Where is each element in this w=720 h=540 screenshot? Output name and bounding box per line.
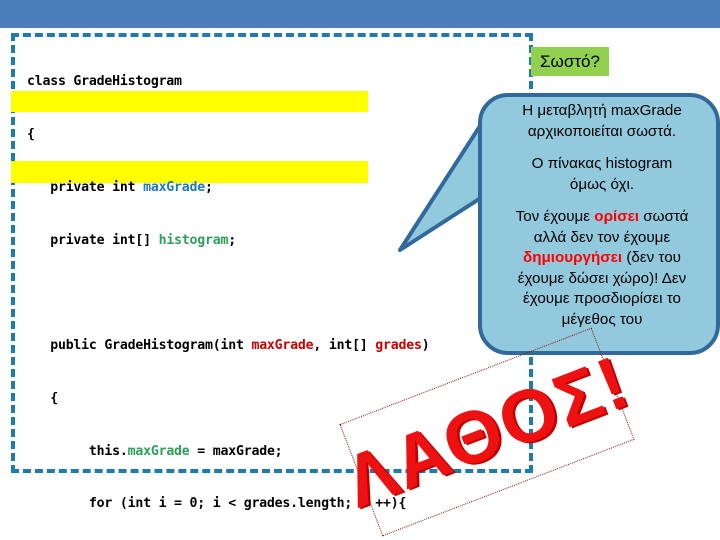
sosto-label-text: Σωστό?: [540, 52, 600, 71]
bubble-paragraph: αρχικοποιείται σωστά.: [527, 122, 677, 140]
bubble-spacer: [488, 142, 716, 154]
bubble-paragraph: Ο πίνακας histogram: [531, 155, 673, 172]
bubble-paragraph: Η μεταβλητή maxGrade: [522, 102, 682, 119]
bubble-spacer: [488, 195, 716, 207]
sosto-label: Σωστό?: [531, 47, 609, 76]
bubble-paragraph: έχουμε δώσει χώρο)! Δεν: [517, 269, 687, 287]
bubble-paragraph: Τον έχουμε ορίσει σωστά: [515, 208, 689, 225]
explanation-speech-bubble: Η μεταβλητή maxGrade αρχικοποιείται σωστ…: [380, 90, 720, 380]
bubble-paragraph: έχουμε προσδιορίσει το: [522, 290, 682, 307]
header-bar: [0, 0, 720, 28]
bubble-paragraph: μέγεθος του: [561, 310, 643, 328]
code-line: class GradeHistogram: [27, 74, 182, 90]
speech-bubble-text: Η μεταβλητή maxGrade αρχικοποιείται σωστ…: [488, 101, 716, 330]
slide-canvas: class GradeHistogram { private int maxGr…: [0, 0, 720, 540]
bubble-paragraph: όμως όχι.: [569, 175, 635, 193]
bubble-emphasis-dimiourgisei: δημιουργήσει: [523, 249, 623, 266]
bubble-paragraph: αλλά δεν τον έχουμε: [533, 228, 671, 246]
bubble-emphasis-orisei: ορίσει: [594, 208, 640, 225]
bubble-paragraph: δημιουργήσει (δεν του: [523, 249, 681, 266]
